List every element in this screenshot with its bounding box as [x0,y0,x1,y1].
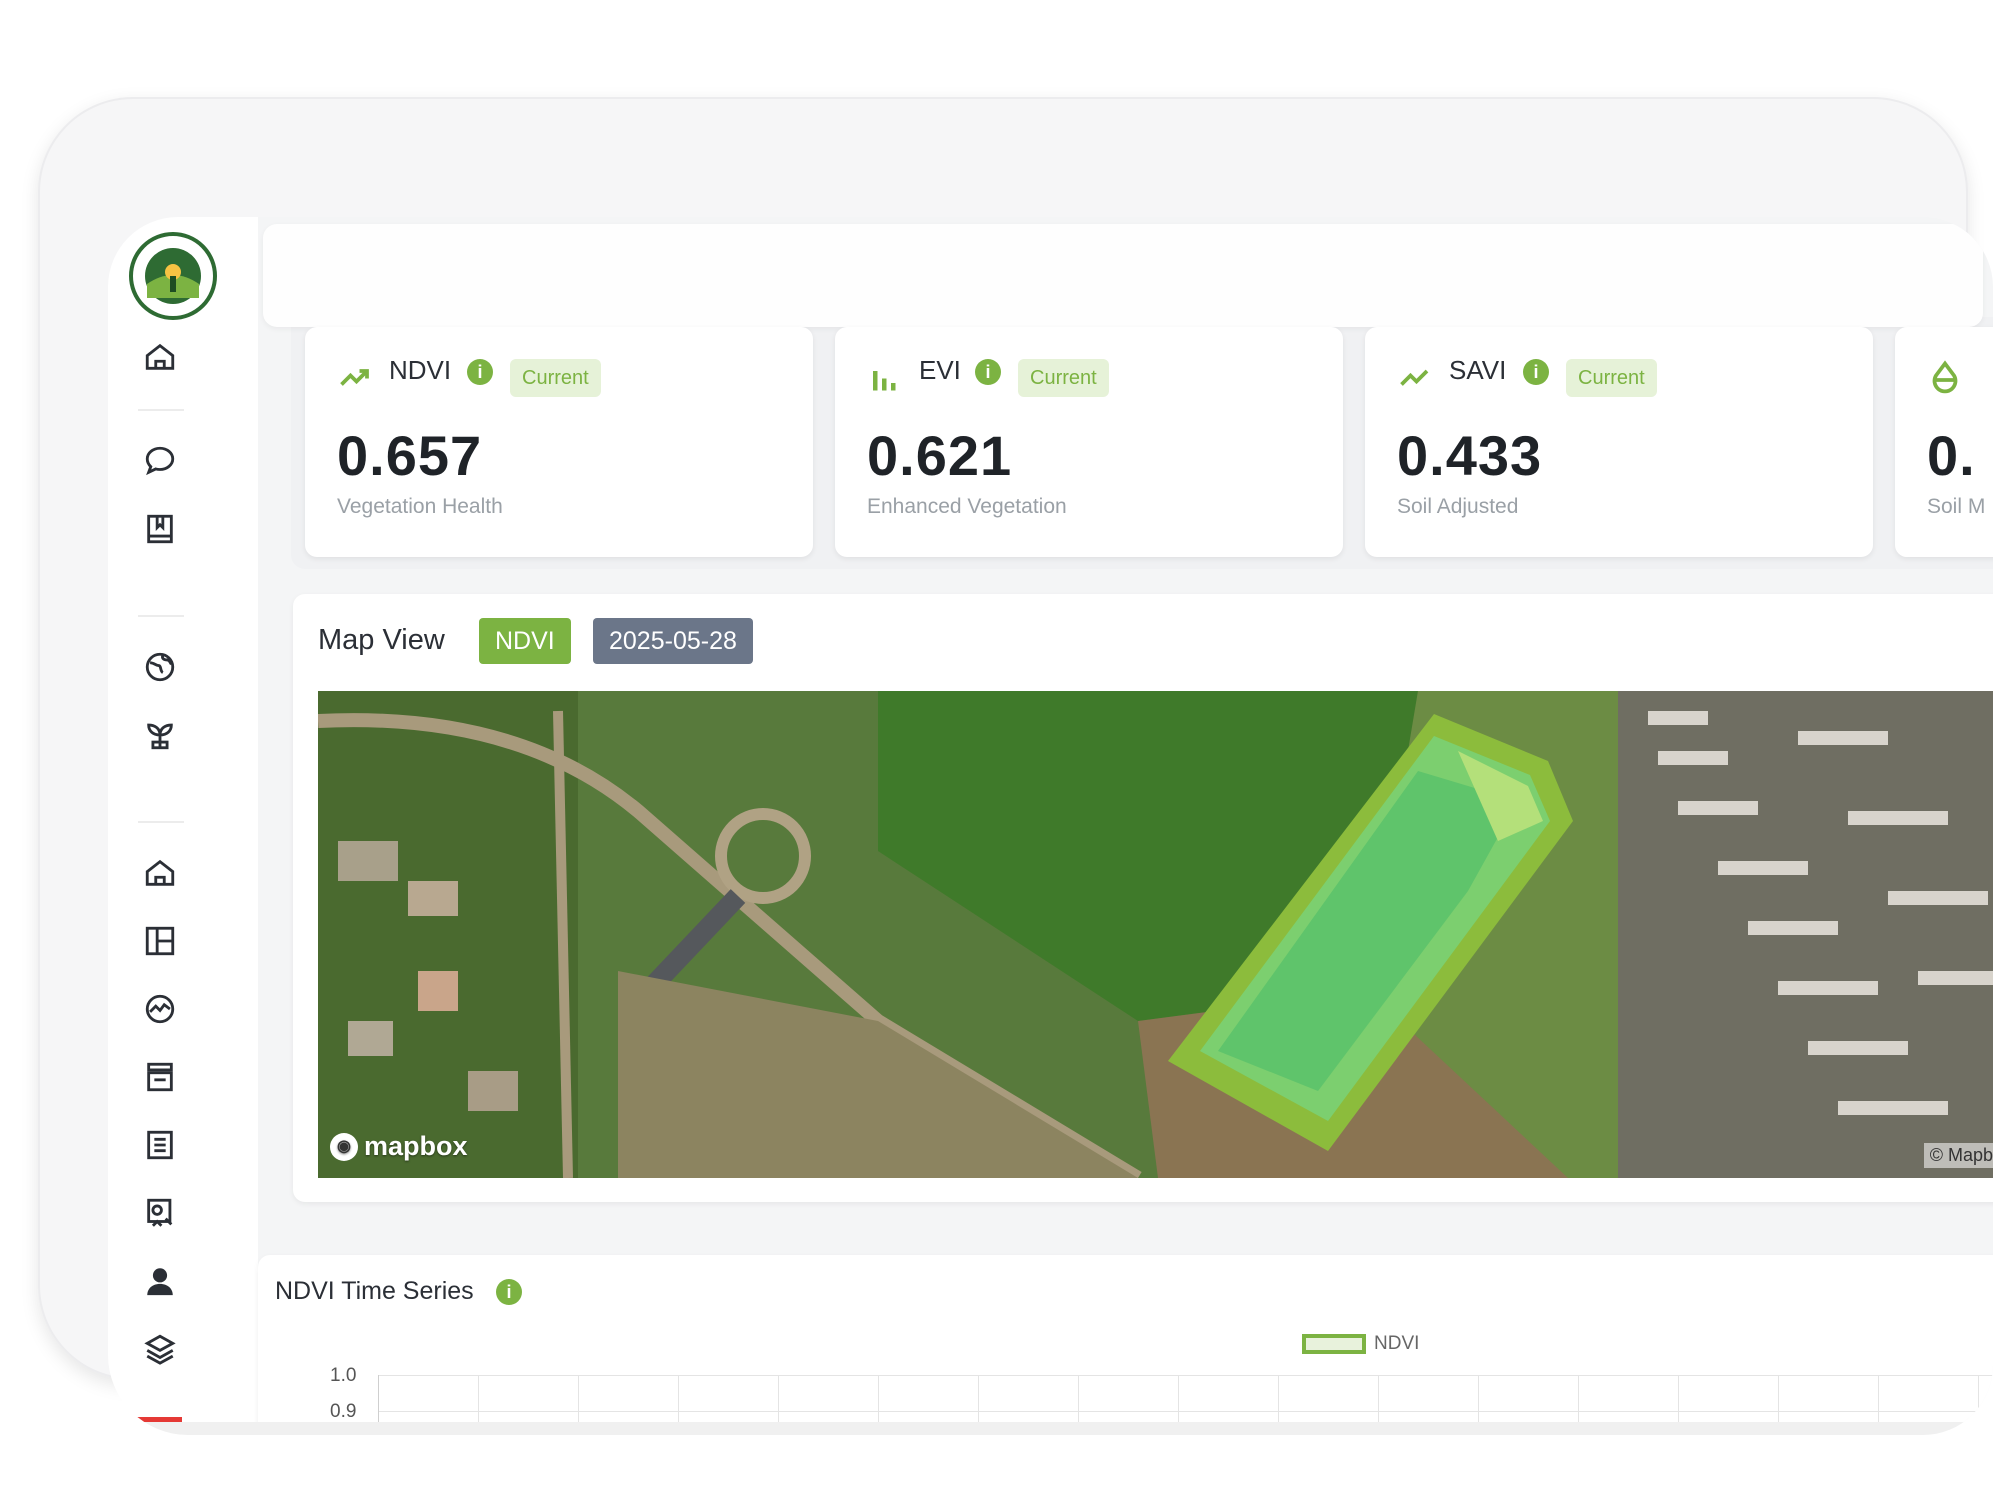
book-icon[interactable] [138,507,182,551]
legend-label: NDVI [1374,1333,1420,1354]
plant-icon[interactable] [138,713,182,757]
info-icon[interactable]: i [496,1279,522,1305]
layout-icon[interactable] [138,919,182,963]
mapbox-logo[interactable]: ◉ mapbox [330,1131,468,1162]
kpi-name: NDVI [389,355,452,385]
map-card: Map View NDVI 2025-05-28 ◉ mapbox © Mapb [293,594,1993,1202]
bottom-bar [108,1422,1993,1435]
user-icon[interactable] [138,1259,182,1303]
kpi-value: 0.433 [1397,424,1543,487]
kpi-value: 0. [1927,424,1976,487]
layers-icon[interactable] [138,1327,182,1371]
top-bar [263,224,1983,327]
kpi-subtitle: Vegetation Health [337,495,503,518]
info-icon[interactable]: i [467,359,493,385]
list-icon[interactable] [138,1123,182,1167]
legend-swatch [1302,1334,1366,1354]
kpi-card-evi[interactable]: EVI i Current 0.621 Enhanced Vegetation [835,327,1343,557]
info-icon[interactable]: i [1523,359,1549,385]
kpi-value: 0.621 [867,424,1013,487]
mapbox-icon: ◉ [330,1132,358,1161]
satellite-map[interactable]: ◉ mapbox © Mapbox [318,691,1993,1178]
sidebar-divider [138,409,184,411]
map-title: Map View [318,624,445,656]
status-badge: Current [510,359,601,397]
kpi-card-soil-moisture[interactable]: 0. Soil M [1895,327,1993,557]
y-tick-label: 1.0 [330,1365,357,1386]
info-icon[interactable]: i [975,359,1001,385]
status-badge: Current [1566,359,1657,397]
mapbox-wordmark: mapbox [364,1131,468,1161]
report-icon[interactable] [138,1191,182,1235]
chat-bubble-icon[interactable] [138,439,182,483]
globe-icon[interactable] [138,645,182,689]
kpi-subtitle: Soil Adjusted [1397,495,1519,518]
tablet-frame: NDVI i Current 0.657 Vegetation Health E… [38,97,1993,1435]
kpi-name: EVI [919,355,961,385]
sidebar-divider [138,615,184,617]
kpi-value: 0.657 [337,424,483,487]
index-tag[interactable]: NDVI [479,618,571,664]
status-badge: Current [1018,359,1109,397]
map-attribution[interactable]: © Mapbox [1923,1143,1993,1168]
map-imagery [318,691,1993,1178]
y-tick-label: 0.9 [330,1401,357,1422]
timeseries-title: NDVI Time Series [275,1277,474,1305]
home-icon[interactable] [138,851,182,895]
bar-chart-icon [873,371,896,391]
kpi-subtitle: Enhanced Vegetation [867,495,1067,518]
kpi-card-savi[interactable]: SAVI i Current 0.433 Soil Adjusted [1365,327,1873,557]
kpi-name: SAVI [1449,355,1507,385]
nis-grow-logo[interactable] [129,232,217,320]
date-tag[interactable]: 2025-05-28 [593,618,753,664]
sidebar-divider [138,821,184,823]
trend-up-icon [340,369,369,386]
sidebar [108,217,278,1435]
kpi-subtitle: Soil M [1927,495,1986,518]
chart-legend[interactable]: NDVI [1302,1333,1419,1355]
trend-up-icon [1400,369,1429,386]
archive-icon[interactable] [138,1055,182,1099]
ndvi-timeseries-card: NDVI Time Series i NDVI 1.0 0.9 [258,1255,1993,1435]
analytics-icon[interactable] [138,987,182,1031]
main-content: NDVI i Current 0.657 Vegetation Health E… [258,217,1993,1435]
kpi-card-ndvi[interactable]: NDVI i Current 0.657 Vegetation Health [305,327,813,557]
home-icon[interactable] [138,335,182,379]
droplet-icon [1932,360,1958,394]
app-screen: NDVI i Current 0.657 Vegetation Health E… [108,217,1993,1435]
